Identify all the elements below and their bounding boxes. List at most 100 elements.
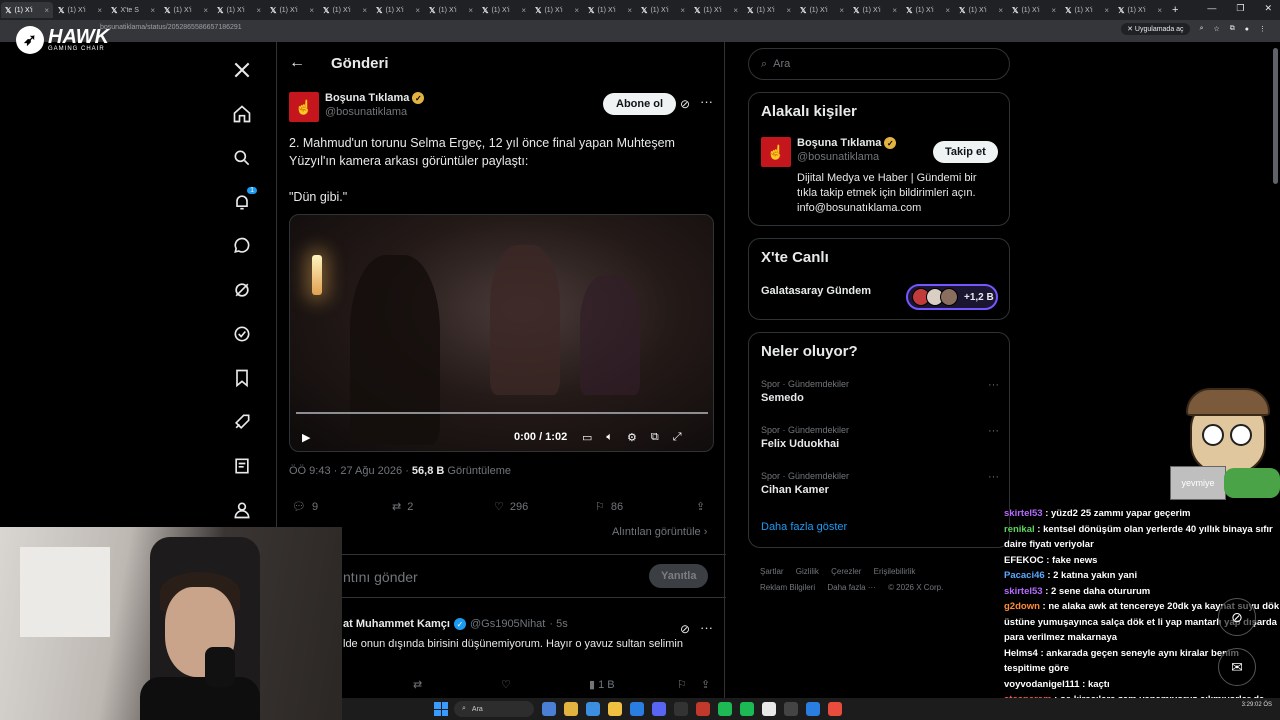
tweet-timestamp[interactable]: ÖÖ 9:43 · 27 Ağu 2026 ·	[289, 465, 412, 477]
app-icon[interactable]	[586, 702, 600, 716]
show-more-link[interactable]: Daha fazla göster	[761, 521, 847, 533]
extensions-icon[interactable]: ⧉	[1230, 25, 1235, 33]
trend-item[interactable]: Spor · Gündemdekiler Cihan Kamer ···	[761, 471, 999, 496]
author-handle[interactable]: @bosunatiklama	[325, 106, 424, 118]
nav-profile[interactable]	[222, 488, 262, 532]
close-tab-icon[interactable]: ×	[892, 6, 897, 15]
browser-tab[interactable]: 𝕏 (1) X'i ×	[266, 2, 318, 18]
star-icon[interactable]: ☆	[1213, 25, 1219, 33]
close-tab-icon[interactable]: ×	[256, 6, 261, 15]
close-tab-icon[interactable]: ×	[1157, 6, 1162, 15]
close-tab-icon[interactable]: ×	[415, 6, 420, 15]
browser-tab[interactable]: 𝕏 (1) X'i ×	[213, 2, 265, 18]
close-tab-icon[interactable]: ×	[362, 6, 367, 15]
close-tab-icon[interactable]: ×	[44, 6, 49, 15]
bookmark-icon[interactable]: ⚐	[677, 678, 687, 691]
chat-username[interactable]: EFEKOC	[1004, 555, 1044, 566]
close-tab-icon[interactable]: ×	[998, 6, 1003, 15]
settings-icon[interactable]: ⚙	[627, 431, 637, 444]
trend-item[interactable]: Spor · Gündemdekiler Semedo ···	[761, 379, 999, 404]
footer-link[interactable]: Şartlar	[760, 567, 784, 576]
app-icon[interactable]	[828, 702, 842, 716]
volume-icon[interactable]: 🔈︎	[606, 431, 613, 444]
open-in-app-button[interactable]: ✕ Uygulamada aç	[1121, 23, 1190, 35]
x-logo-link[interactable]	[222, 48, 262, 92]
search-input[interactable]: ⌕ Ara	[748, 48, 1010, 80]
bookmark-button[interactable]: ⚐ 86	[595, 500, 623, 514]
browser-tab[interactable]: 𝕏 (1) X'i ×	[319, 2, 371, 18]
nav-home[interactable]	[222, 92, 262, 136]
related-name[interactable]: Boşuna Tıklama	[797, 137, 881, 149]
more-options-icon[interactable]: ···	[988, 379, 999, 391]
reply-author-name[interactable]: at Muhammet Kamçı	[343, 618, 450, 630]
browser-tab[interactable]: 𝕏 (1) X'i ×	[796, 2, 848, 18]
footer-link[interactable]: Çerezler	[831, 567, 861, 576]
nav-jobs[interactable]	[222, 400, 262, 444]
browser-tab[interactable]: 𝕏 (1) X'i ×	[1114, 2, 1166, 18]
browser-tab[interactable]: 𝕏 (1) X'i ×	[531, 2, 583, 18]
chat-username[interactable]: skirtel53	[1004, 586, 1043, 597]
messages-fab-button[interactable]: ✉	[1218, 648, 1256, 686]
video-player[interactable]: ▶ 0:00 / 1:02 ▭ 🔈︎ ⚙ ⧉ ⤢	[289, 214, 714, 452]
nav-messages[interactable]	[222, 224, 262, 268]
close-tab-icon[interactable]: ×	[150, 6, 155, 15]
browser-tab[interactable]: 𝕏 (1) X'i ×	[690, 2, 742, 18]
fullscreen-icon[interactable]: ⤢	[673, 431, 682, 444]
close-tab-icon[interactable]: ×	[97, 6, 102, 15]
like-button[interactable]: ♡ 296	[494, 500, 528, 514]
browser-tab[interactable]: 𝕏 X'te S ×	[107, 2, 159, 18]
close-tab-icon[interactable]: ×	[786, 6, 791, 15]
close-window-button[interactable]: ✕	[1264, 3, 1272, 14]
browser-tab[interactable]: 𝕏 (1) X'i ×	[902, 2, 954, 18]
browser-tab[interactable]: 𝕏 (1) X'i ×	[372, 2, 424, 18]
footer-link[interactable]: Reklam Bilgileri	[760, 583, 815, 592]
avatar[interactable]: ☝	[761, 137, 791, 167]
close-tab-icon[interactable]: ×	[521, 6, 526, 15]
chat-username[interactable]: skirtel53	[1004, 508, 1043, 519]
heart-icon[interactable]: ♡	[501, 678, 511, 691]
repost-button[interactable]: ⇄ 2	[392, 500, 413, 514]
reply-author-handle[interactable]: @Gs1905Nihat	[470, 618, 545, 630]
close-tab-icon[interactable]: ×	[574, 6, 579, 15]
maximize-button[interactable]: ❐	[1236, 3, 1244, 14]
browser-tab[interactable]: 𝕏 (1) X'i ×	[743, 2, 795, 18]
close-tab-icon[interactable]: ×	[945, 6, 950, 15]
new-tab-button[interactable]: +	[1172, 4, 1178, 16]
chat-username[interactable]: renikal	[1004, 524, 1035, 535]
follow-button[interactable]: Takip et	[933, 141, 998, 163]
browser-tab[interactable]: 𝕏 (1) X'i ×	[425, 2, 477, 18]
subscribe-button[interactable]: Abone ol	[603, 93, 677, 115]
chat-username[interactable]: g2down	[1004, 601, 1040, 612]
nav-notifications[interactable]: 1	[222, 180, 262, 224]
close-tab-icon[interactable]: ×	[733, 6, 738, 15]
view-quotes-link[interactable]: Alıntılan görüntüle ›	[612, 526, 707, 538]
avatar[interactable]: ☝	[289, 92, 319, 122]
browser-tab[interactable]: 𝕏 (1) X'i ×	[637, 2, 689, 18]
close-tab-icon[interactable]: ×	[1104, 6, 1109, 15]
grok-icon[interactable]: ⊘	[680, 97, 690, 111]
close-tab-icon[interactable]: ×	[627, 6, 632, 15]
play-icon[interactable]: ▶	[302, 431, 310, 444]
author-name[interactable]: Boşuna Tıklama	[325, 92, 409, 104]
browser-tab[interactable]: 𝕏 (1) X'i ×	[584, 2, 636, 18]
browser-tab[interactable]: 𝕏 (1) X'i ×	[1008, 2, 1060, 18]
app-icon[interactable]	[542, 702, 556, 716]
video-progress-bar[interactable]	[296, 412, 708, 414]
menu-icon[interactable]: ⋮	[1259, 25, 1266, 33]
minimize-button[interactable]: —	[1207, 3, 1216, 14]
browser-tab[interactable]: 𝕏 (1) X'i ×	[478, 2, 530, 18]
close-tab-icon[interactable]: ×	[680, 6, 685, 15]
windows-start-icon[interactable]	[434, 702, 448, 716]
live-space-name[interactable]: Galatasaray Gündem	[761, 285, 871, 297]
app-icon[interactable]	[674, 702, 688, 716]
edge-icon[interactable]	[630, 702, 644, 716]
nav-explore[interactable]	[222, 136, 262, 180]
app-icon[interactable]	[696, 702, 710, 716]
chat-username[interactable]: Pacaci46	[1004, 570, 1045, 581]
browser-tab[interactable]: 𝕏 (1) X'i ×	[1, 2, 53, 18]
chat-username[interactable]: Helms4	[1004, 648, 1038, 659]
page-scrollbar[interactable]	[1273, 48, 1278, 184]
more-options-icon[interactable]: ···	[988, 471, 999, 483]
browser-tab[interactable]: 𝕏 (1) X'i ×	[849, 2, 901, 18]
tweet-author[interactable]: ☝ Boşuna Tıklama ✓ @bosunatiklama	[289, 92, 425, 122]
